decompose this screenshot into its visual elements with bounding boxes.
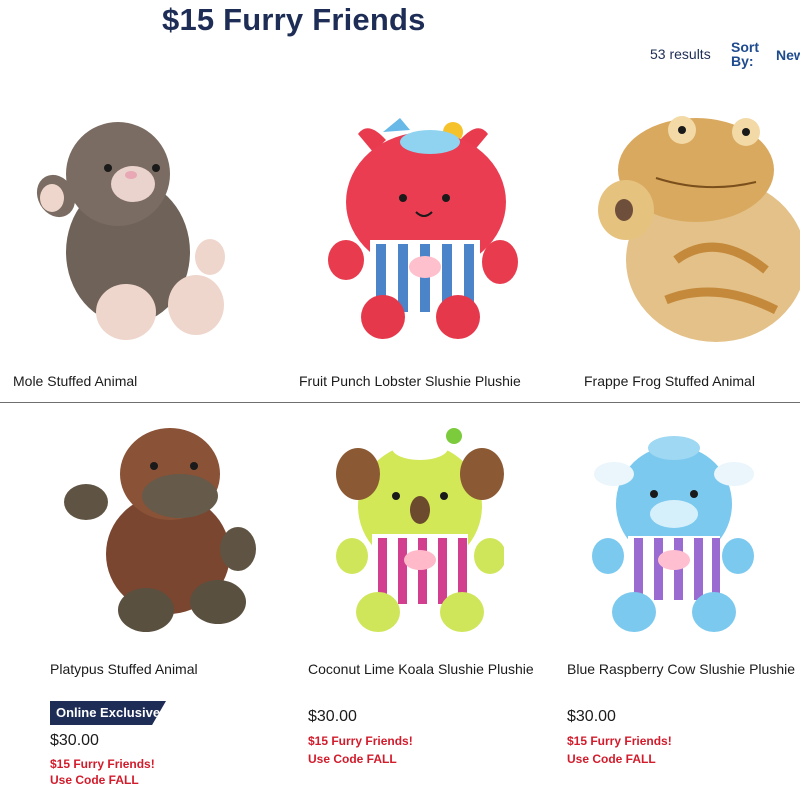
koala-slushie-plush-image[interactable] [336, 426, 504, 636]
cow-slushie-plush-image[interactable] [592, 426, 754, 638]
product-name[interactable]: Platypus Stuffed Animal [50, 661, 198, 677]
mole-plush-image[interactable] [28, 112, 228, 347]
promo-code: Use Code FALL [50, 773, 139, 787]
product-price: $30.00 [567, 708, 616, 725]
platypus-plush-image[interactable] [58, 424, 258, 636]
row-divider [0, 402, 800, 403]
promo-code: Use Code FALL [308, 752, 397, 766]
promo-text: $15 Furry Friends! [567, 734, 672, 748]
sort-by-label: Sort By: [731, 39, 759, 69]
sort-by-dropdown[interactable]: Newest [776, 47, 800, 63]
page-title: $15 Furry Friends [162, 2, 426, 37]
promo-code: Use Code FALL [567, 752, 656, 766]
results-count: 53 results [650, 46, 711, 62]
product-price: $30.00 [308, 708, 357, 725]
product-name[interactable]: Coconut Lime Koala Slushie Plushie [308, 661, 534, 677]
product-price: $30.00 [50, 732, 99, 749]
online-exclusive-badge: Online Exclusive [50, 701, 166, 725]
product-name[interactable]: Frappe Frog Stuffed Animal [584, 373, 755, 389]
promo-text: $15 Furry Friends! [308, 734, 413, 748]
lobster-slushie-plush-image[interactable] [328, 112, 518, 347]
promo-text: $15 Furry Friends! [50, 757, 155, 771]
product-name[interactable]: Fruit Punch Lobster Slushie Plushie [299, 373, 521, 389]
product-name[interactable]: Blue Raspberry Cow Slushie Plushie [567, 661, 795, 677]
frog-plush-image[interactable] [596, 110, 800, 348]
product-name[interactable]: Mole Stuffed Animal [13, 373, 137, 389]
